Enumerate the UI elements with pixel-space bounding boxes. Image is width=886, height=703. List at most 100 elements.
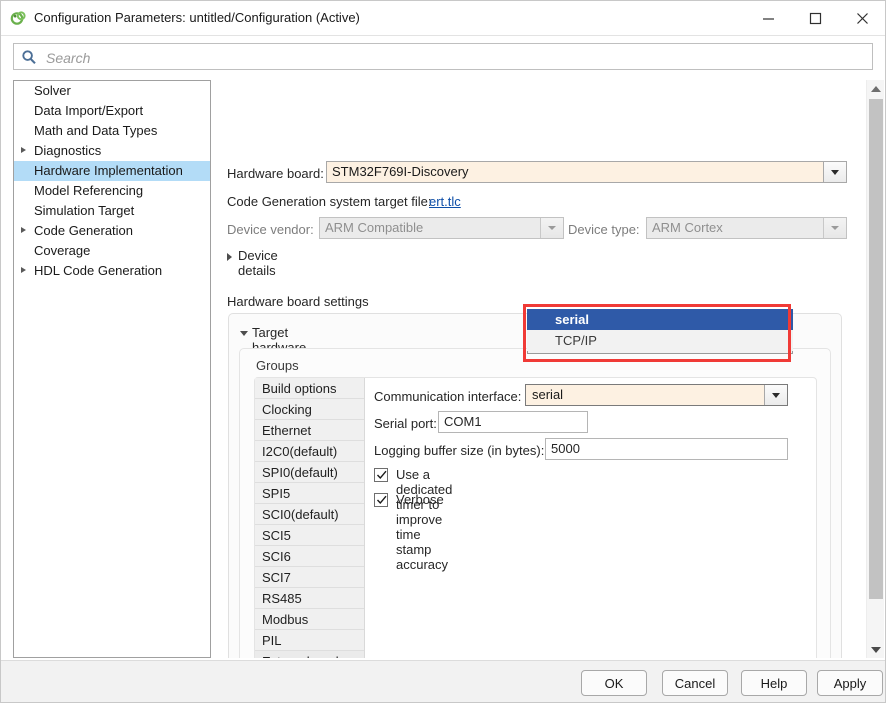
logging-buffer-size-input[interactable]: 5000 [545, 438, 788, 460]
tree-item-hardware-implementation[interactable]: Hardware Implementation [14, 161, 210, 181]
group-item-pil[interactable]: PIL [255, 630, 364, 651]
chevron-right-icon[interactable] [21, 227, 26, 233]
chevron-right-icon[interactable] [227, 253, 232, 261]
help-button[interactable]: Help [741, 670, 807, 696]
group-item-rs485[interactable]: RS485 [255, 588, 364, 609]
ok-button[interactable]: OK [581, 670, 647, 696]
hardware-board-combobox[interactable]: STM32F769I-Discovery [326, 161, 847, 183]
search-bar[interactable] [13, 43, 873, 70]
device-vendor-label: Device vendor: [227, 222, 314, 237]
group-item-modbus[interactable]: Modbus [255, 609, 364, 630]
tree-item-simulation-target[interactable]: Simulation Target [14, 201, 210, 221]
group-item-label: SPI5 [262, 486, 290, 501]
tree-item-data-import-export[interactable]: Data Import/Export [14, 101, 210, 121]
search-input[interactable] [44, 44, 868, 71]
group-item-sci5[interactable]: SCI5 [255, 525, 364, 546]
groups-content-panel: Build options Clocking Ethernet I2C0(def… [254, 377, 817, 658]
chevron-right-icon[interactable] [21, 147, 26, 153]
group-item-spi5[interactable]: SPI5 [255, 483, 364, 504]
scroll-up-icon[interactable] [867, 80, 884, 97]
group-item-ethernet[interactable]: Ethernet [255, 420, 364, 441]
group-item-spi0[interactable]: SPI0(default) [255, 462, 364, 483]
chevron-down-icon[interactable] [823, 162, 846, 182]
group-item-sci0[interactable]: SCI0(default) [255, 504, 364, 525]
group-item-i2c0[interactable]: I2C0(default) [255, 441, 364, 462]
vertical-scrollbar[interactable] [866, 80, 884, 658]
tree-item-label: HDL Code Generation [34, 263, 162, 278]
cancel-button[interactable]: Cancel [662, 670, 728, 696]
device-details-label: Device details [238, 248, 278, 278]
verbose-checkbox[interactable] [374, 493, 388, 507]
group-item-build-options[interactable]: Build options [255, 378, 364, 399]
communication-interface-label: Communication interface: [374, 389, 521, 404]
device-type-combobox: ARM Cortex [646, 217, 847, 239]
simulink-icon [10, 10, 27, 27]
tree-item-math-and-data-types[interactable]: Math and Data Types [14, 121, 210, 141]
minimize-button[interactable] [745, 1, 791, 35]
system-target-file-link[interactable]: ert.tlc [429, 194, 461, 209]
configuration-tree[interactable]: Solver Data Import/Export Math and Data … [13, 80, 211, 658]
dedicated-timer-checkbox[interactable] [374, 468, 388, 482]
group-item-label: I2C0(default) [262, 444, 337, 459]
chevron-right-icon[interactable] [21, 267, 26, 273]
communication-interface-value: serial [532, 387, 563, 402]
group-item-label: SPI0(default) [262, 465, 338, 480]
close-button[interactable] [839, 1, 885, 35]
device-type-label: Device type: [568, 222, 640, 237]
target-hardware-resources-panel: Groups Build options Clocking Ethernet I… [239, 348, 831, 658]
tree-item-hdl-code-generation[interactable]: HDL Code Generation [14, 261, 210, 281]
chevron-down-icon[interactable] [764, 385, 787, 405]
device-vendor-value: ARM Compatible [325, 220, 423, 235]
tree-item-model-referencing[interactable]: Model Referencing [14, 181, 210, 201]
tree-item-label: Solver [34, 83, 71, 98]
serial-port-input[interactable]: COM1 [438, 411, 588, 433]
configuration-parameters-window: Configuration Parameters: untitled/Confi… [0, 0, 886, 703]
tree-item-label: Simulation Target [34, 203, 134, 218]
group-item-label: SCI6 [262, 549, 291, 564]
dropdown-option-tcpip[interactable]: TCP/IP [527, 330, 793, 351]
external-mode-form: Communication interface: serial Serial p… [366, 378, 817, 658]
tree-item-label: Code Generation [34, 223, 133, 238]
group-item-clocking[interactable]: Clocking [255, 399, 364, 420]
title-bar: Configuration Parameters: untitled/Confi… [1, 1, 885, 36]
dialog-footer: OK Cancel Help Apply [1, 660, 885, 702]
serial-port-label: Serial port: [374, 416, 437, 431]
communication-interface-combobox[interactable]: serial [525, 384, 788, 406]
group-item-sci6[interactable]: SCI6 [255, 546, 364, 567]
groups-list[interactable]: Build options Clocking Ethernet I2C0(def… [255, 378, 365, 658]
chevron-down-icon[interactable] [240, 331, 248, 336]
hardware-board-settings-heading: Hardware board settings [227, 294, 369, 309]
verbose-label: Verbose [396, 492, 444, 507]
serial-port-value: COM1 [444, 414, 482, 429]
dropdown-option-label: TCP/IP [555, 333, 597, 348]
tree-item-diagnostics[interactable]: Diagnostics [14, 141, 210, 161]
group-item-external-mode[interactable]: External mode [255, 651, 364, 658]
tree-item-label: Coverage [34, 243, 90, 258]
tree-item-coverage[interactable]: Coverage [14, 241, 210, 261]
scrollbar-thumb[interactable] [869, 99, 883, 599]
group-item-label: SCI5 [262, 528, 291, 543]
group-item-label: SCI7 [262, 570, 291, 585]
search-icon [21, 49, 37, 65]
tree-item-label: Diagnostics [34, 143, 101, 158]
tree-item-label: Data Import/Export [34, 103, 143, 118]
dropdown-option-label: serial [555, 312, 589, 327]
group-item-label: Ethernet [262, 423, 311, 438]
groups-label: Groups [256, 358, 299, 373]
scroll-down-icon[interactable] [867, 641, 884, 658]
dropdown-option-serial[interactable]: serial [527, 309, 793, 330]
apply-button[interactable]: Apply [817, 670, 883, 696]
dedicated-timer-label: Use a dedicated timer to improve time st… [396, 467, 452, 572]
tree-item-code-generation[interactable]: Code Generation [14, 221, 210, 241]
device-type-value: ARM Cortex [652, 220, 723, 235]
maximize-button[interactable] [792, 1, 838, 35]
group-item-label: SCI0(default) [262, 507, 339, 522]
group-item-sci7[interactable]: SCI7 [255, 567, 364, 588]
settings-panel: Hardware board: STM32F769I-Discovery Cod… [220, 80, 850, 658]
communication-interface-dropdown-list[interactable]: serial TCP/IP [527, 309, 793, 365]
device-vendor-combobox: ARM Compatible [319, 217, 564, 239]
tree-item-solver[interactable]: Solver [14, 81, 210, 101]
group-item-label: Clocking [262, 402, 312, 417]
logging-buffer-size-label: Logging buffer size (in bytes): [374, 443, 544, 458]
hardware-board-value: STM32F769I-Discovery [332, 164, 469, 179]
